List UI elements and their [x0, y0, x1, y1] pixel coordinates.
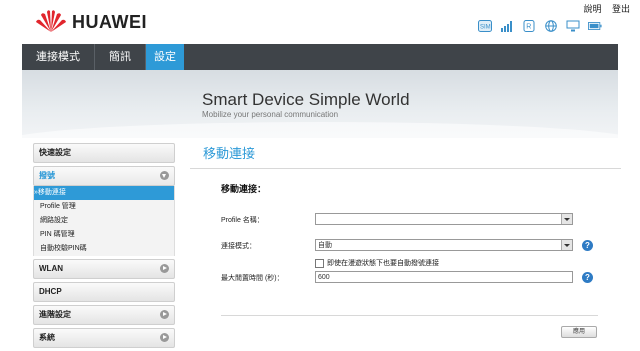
help-icon[interactable]: ?: [582, 240, 593, 251]
battery-icon: [588, 22, 602, 30]
chevron-down-icon: [561, 240, 572, 250]
svg-text:SIM: SIM: [480, 25, 491, 31]
roaming-auto-connect-checkbox[interactable]: 即使在漫遊狀態下也要自動撥號連接: [315, 258, 439, 268]
sidebar-item-label: 撥號: [39, 171, 55, 180]
tab-connection-mode[interactable]: 連接模式: [22, 44, 95, 70]
connection-mode-label: 連接模式：: [221, 243, 256, 250]
pc-icon: [566, 20, 580, 32]
profile-label: Profile 名稱：: [221, 217, 264, 224]
idle-time-input[interactable]: 600: [315, 271, 573, 283]
main-nav: 連接模式 簡訊 設定: [22, 44, 618, 71]
chevron-right-icon: [160, 333, 169, 342]
banner-wave: [22, 122, 618, 138]
tab-settings[interactable]: 設定: [146, 44, 184, 70]
sidebar-item-advanced[interactable]: 進階設定: [33, 305, 175, 325]
submenu-network-settings[interactable]: 網路設定: [34, 214, 174, 228]
sidebar-item-dhcp[interactable]: DHCP: [33, 282, 175, 302]
sidebar-item-label: 系統: [39, 333, 55, 342]
connection-mode-select[interactable]: 自動: [315, 239, 573, 251]
submenu-auto-pin[interactable]: 自動校驗PIN碼: [34, 242, 174, 256]
connection-mode-value: 自動: [318, 242, 332, 249]
banner: Smart Device Simple World Mobilize your …: [22, 70, 618, 138]
divider: [221, 315, 598, 316]
checkbox-label: 即使在漫遊狀態下也要自動撥號連接: [327, 260, 439, 267]
internet-icon: [545, 20, 557, 32]
submenu-mobile-connection[interactable]: »移動連接: [34, 186, 174, 200]
submenu-profile-management[interactable]: Profile 管理: [34, 200, 174, 214]
sidebar-item-wlan[interactable]: WLAN: [33, 259, 175, 279]
sidebar-item-label: 快速設定: [39, 148, 71, 157]
idle-time-value: 600: [318, 274, 330, 281]
banner-subtitle: Mobilize your personal communication: [202, 110, 339, 119]
chevron-right-icon: [160, 264, 169, 273]
huawei-logo-icon: [36, 10, 66, 32]
section-title: 移動連接：: [221, 184, 267, 194]
sidebar-item-system[interactable]: 系統: [33, 328, 175, 348]
brand-name: HUAWEI: [72, 12, 147, 32]
page-title: 移動連接: [190, 143, 621, 169]
sidebar: 快速設定 撥號 »移動連接 Profile 管理 網路設定 PIN 碼管理 自動…: [33, 143, 175, 351]
sidebar-item-label: DHCP: [39, 287, 62, 296]
logout-link[interactable]: 登出: [612, 4, 630, 14]
apply-button[interactable]: 應用: [561, 326, 597, 338]
top-header: HUAWEI 說明 登出 SIM R: [0, 0, 640, 44]
sim-icon: SIM: [478, 20, 492, 32]
sidebar-item-label: 進階設定: [39, 310, 71, 319]
help-icon[interactable]: ?: [582, 272, 593, 283]
help-link[interactable]: 說明: [583, 4, 601, 14]
status-bar: SIM R: [478, 20, 602, 32]
tab-sms[interactable]: 簡訊: [95, 44, 146, 70]
banner-title: Smart Device Simple World: [202, 90, 410, 109]
signal-icon: [501, 21, 512, 32]
svg-text:R: R: [526, 24, 531, 31]
submenu-pin-management[interactable]: PIN 碼管理: [34, 228, 174, 242]
idle-time-label: 最大閒置時間 (秒)：: [221, 275, 284, 282]
roaming-icon: R: [523, 20, 535, 32]
chevron-down-icon: [561, 214, 572, 224]
dialup-submenu: »移動連接 Profile 管理 網路設定 PIN 碼管理 自動校驗PIN碼: [33, 186, 175, 256]
checkbox-box[interactable]: [315, 258, 324, 268]
chevron-down-icon: [160, 171, 169, 180]
sidebar-item-quick-setup[interactable]: 快速設定: [33, 143, 175, 163]
chevron-right-icon: [160, 310, 169, 319]
top-links: 說明 登出: [575, 2, 630, 15]
main-content: 移動連接 移動連接： Profile 名稱： 連接模式： 自動 ? 即使在漫遊狀…: [190, 143, 621, 338]
sidebar-item-label: WLAN: [39, 264, 63, 273]
sidebar-item-dialup[interactable]: 撥號: [33, 166, 175, 186]
profile-select[interactable]: [315, 213, 573, 225]
